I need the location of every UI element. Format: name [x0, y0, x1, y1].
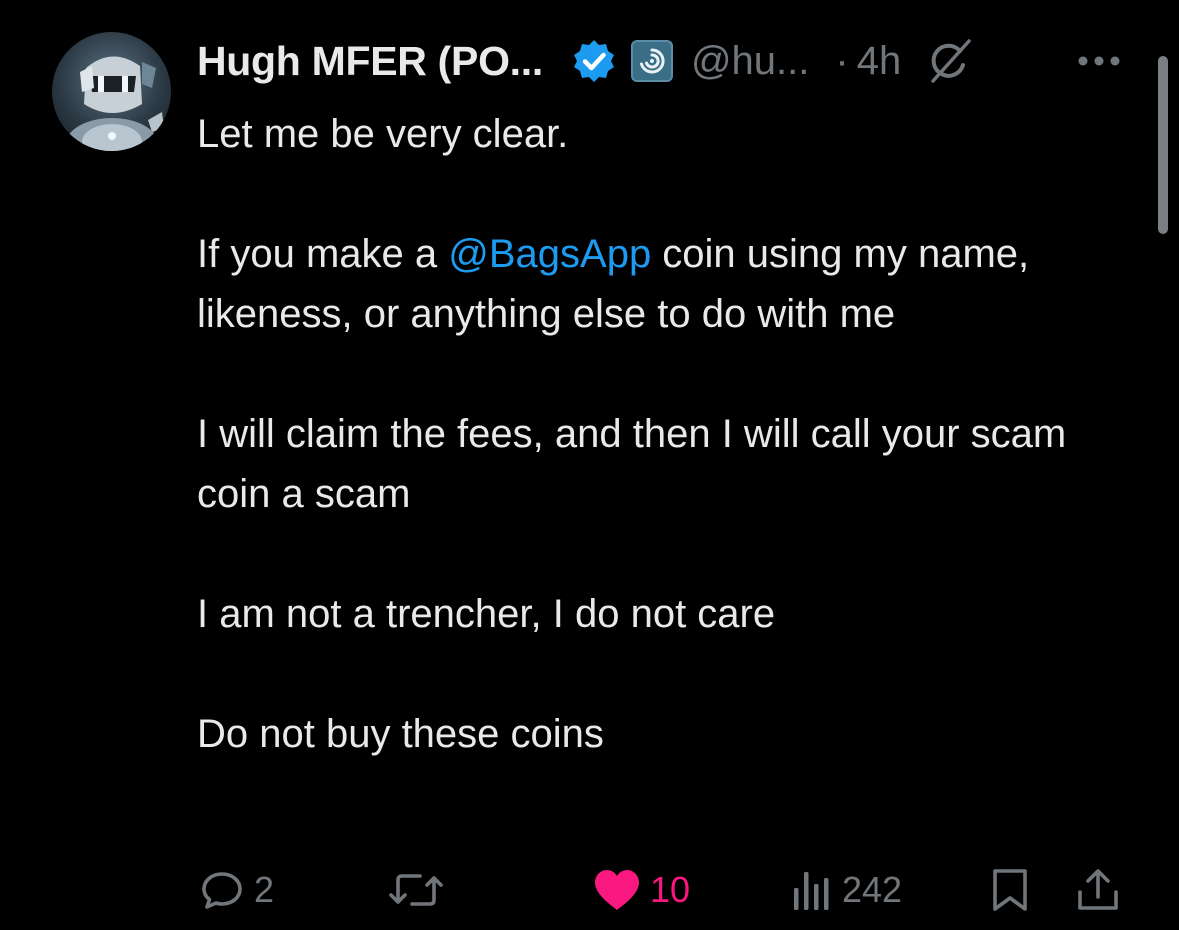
- grok-icon[interactable]: [923, 35, 975, 87]
- action-bar: 2 10 242: [0, 860, 1179, 920]
- tweet-paragraph: I will claim the fees, and then I will c…: [197, 412, 1067, 516]
- reply-icon: [202, 872, 242, 909]
- more-icon[interactable]: [1074, 46, 1124, 76]
- like-icon: [595, 870, 639, 910]
- like-button[interactable]: 10: [592, 860, 690, 920]
- repost-icon: [389, 874, 443, 906]
- tweet-header: Hugh MFER (PO... @hu... · 4h: [197, 32, 975, 90]
- handle[interactable]: @hu...: [691, 39, 809, 84]
- tweet-paragraph: If you make a @BagsApp coin using my nam…: [197, 224, 1097, 344]
- repost-button[interactable]: [386, 860, 454, 920]
- separator-dot: ·: [835, 38, 849, 83]
- like-count: 10: [650, 869, 691, 910]
- text-segment: If you make a: [197, 232, 449, 276]
- avatar-image: [66, 56, 164, 151]
- reply-button[interactable]: 2: [198, 860, 274, 920]
- bookmark-icon: [993, 869, 1027, 911]
- timestamp[interactable]: 4h: [857, 39, 902, 84]
- bookmark-button[interactable]: [988, 860, 1032, 920]
- display-name[interactable]: Hugh MFER (PO...: [197, 38, 543, 85]
- tweet-paragraph: Let me be very clear.: [197, 112, 569, 156]
- mention-link[interactable]: @BagsApp: [448, 232, 651, 276]
- share-icon: [1078, 869, 1118, 910]
- reply-count: 2: [254, 869, 275, 910]
- scrollbar[interactable]: [1158, 56, 1168, 234]
- share-button[interactable]: [1074, 860, 1122, 920]
- views-icon: [794, 872, 829, 910]
- tweet-paragraph: I am not a trencher, I do not care: [197, 592, 776, 636]
- tweet-paragraph: Do not buy these coins: [197, 712, 604, 756]
- avatar[interactable]: [52, 32, 171, 151]
- verified-badge-icon[interactable]: [571, 38, 617, 84]
- tweet-text: Let me be very clear. If you make a @Bag…: [197, 104, 1097, 764]
- tweet: Hugh MFER (PO... @hu... · 4h Let me be v…: [0, 0, 1179, 930]
- views-count: 242: [842, 869, 903, 910]
- affiliate-badge-icon[interactable]: [630, 40, 673, 82]
- views-button[interactable]: 242: [790, 860, 902, 920]
